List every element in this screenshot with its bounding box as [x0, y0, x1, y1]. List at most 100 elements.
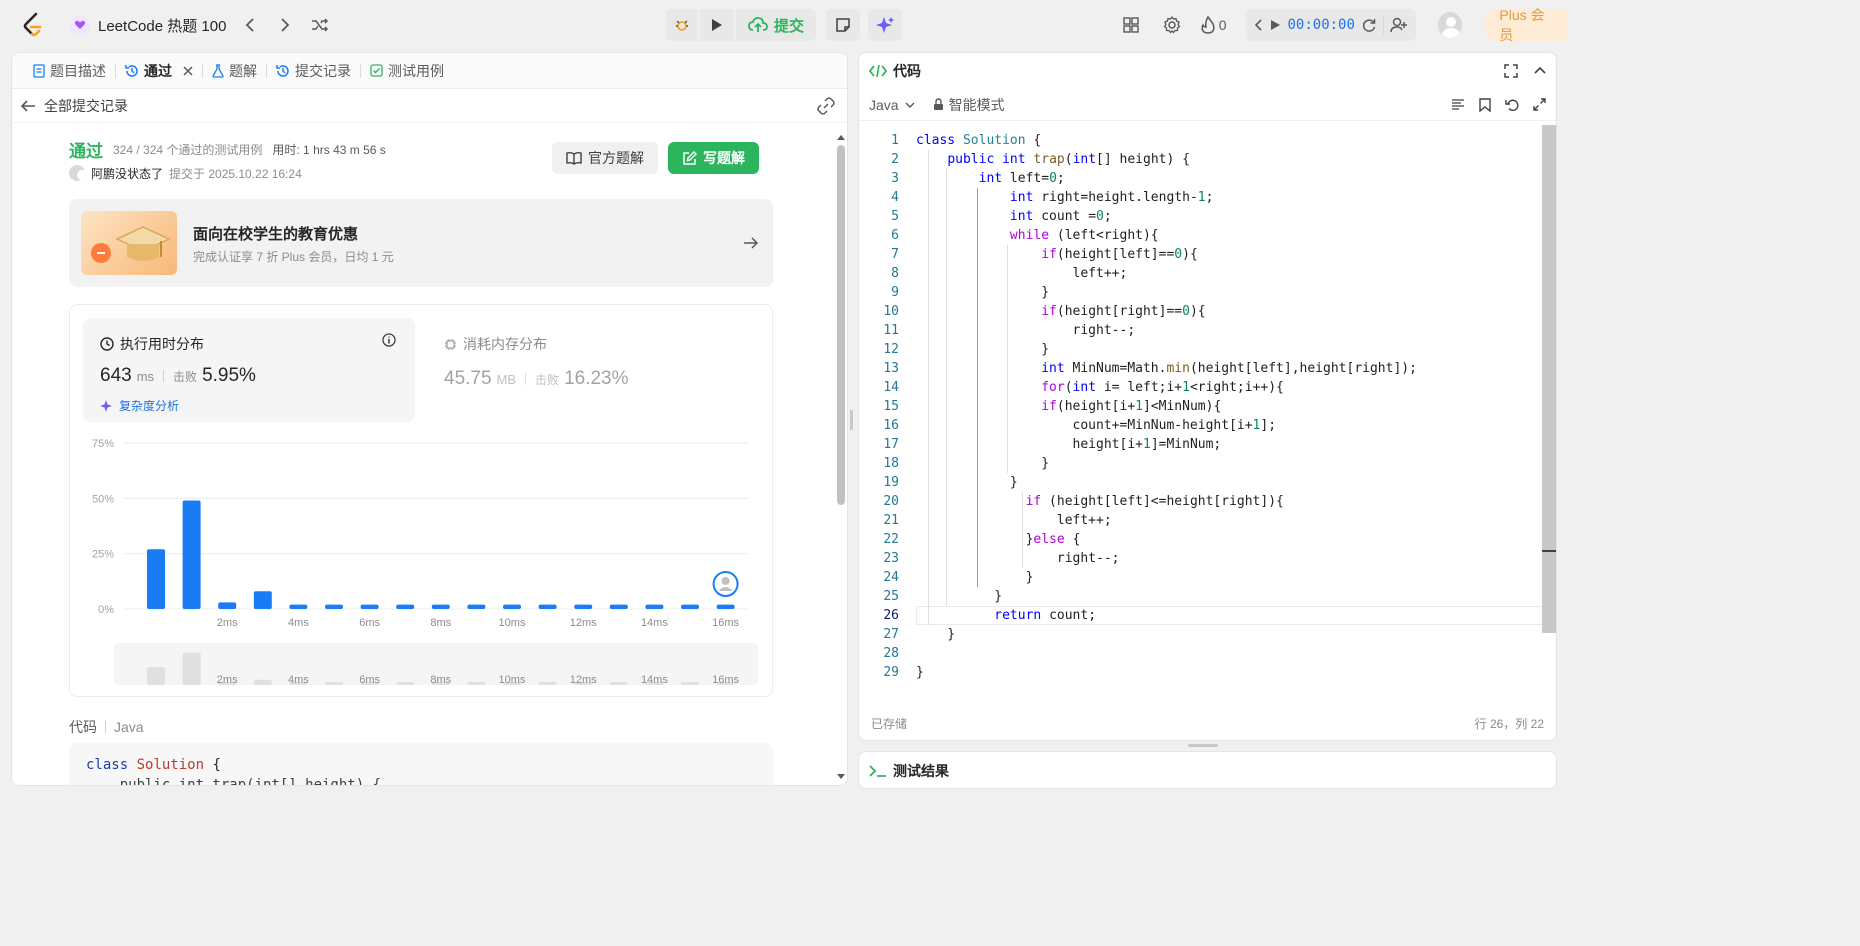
close-tab-icon[interactable]	[183, 65, 193, 76]
runtime-distribution-chart[interactable]: 0% 25% 50% 75% 2ms 4ms 6ms 8ms 10ms 12ms 14ms 16ms 2…	[80, 433, 770, 695]
add-friend-icon[interactable]	[1390, 17, 1408, 33]
shuffle-icon[interactable]	[306, 11, 334, 39]
prev-problem-icon[interactable]	[236, 11, 264, 39]
line-number: 1	[891, 133, 899, 148]
code-line[interactable]: left++;	[916, 264, 1128, 283]
editor-options: Java 智能模式	[869, 95, 1005, 115]
user-avatar[interactable]	[1437, 12, 1463, 38]
author-name[interactable]: 阿鹏没状态了	[91, 165, 163, 182]
problem-list-label: LeetCode 热题 100	[98, 17, 227, 35]
next-problem-icon[interactable]	[271, 11, 299, 39]
write-solution-button[interactable]: 写题解	[668, 142, 759, 174]
tab-accepted[interactable]: 通过	[116, 53, 202, 89]
code-line[interactable]: right--;	[916, 321, 1136, 340]
info-icon[interactable]	[382, 333, 396, 347]
submit-button[interactable]: 提交	[736, 9, 817, 41]
editor-header: 代码	[859, 53, 1556, 89]
line-number: 3	[891, 171, 899, 186]
student-promo-banner[interactable]: 面向在校学生的教育优惠 完成认证享 7 折 Plus 会员，日均 1 元	[69, 199, 773, 287]
code-line[interactable]: if(height[i+1]<MinNum){	[916, 397, 1221, 416]
complexity-analysis-link[interactable]: 复杂度分析	[100, 397, 179, 414]
code-line[interactable]: }	[916, 625, 955, 644]
problem-list-title[interactable]: LeetCode 热题 100	[70, 13, 226, 37]
leetcode-logo-icon[interactable]	[22, 12, 44, 38]
code-line[interactable]: public int trap(int[] height) {	[916, 150, 1190, 169]
bookmark-icon[interactable]	[1479, 97, 1491, 112]
test-result-panel[interactable]: 测试结果	[858, 751, 1557, 789]
tab-testcases[interactable]: 测试用例	[361, 53, 453, 89]
code-line[interactable]: }else {	[916, 530, 1081, 549]
code-line[interactable]: right--;	[916, 549, 1120, 568]
timer-prev-icon[interactable]	[1254, 19, 1264, 31]
link-icon[interactable]	[817, 96, 835, 115]
code-line[interactable]: height[i+1]=MinNum;	[916, 435, 1222, 454]
run-button[interactable]	[700, 9, 734, 41]
code-line[interactable]: }	[916, 454, 1049, 473]
code-line[interactable]: if (height[left]<=height[right]){	[916, 492, 1284, 511]
code-line[interactable]: count+=MinNum-height[i+1];	[916, 416, 1277, 435]
tab-solutions[interactable]: 题解	[203, 53, 266, 89]
expand-icon[interactable]	[1533, 98, 1546, 111]
smart-mode-toggle[interactable]: 智能模式	[933, 95, 1005, 115]
layout-grid-icon[interactable]	[1118, 11, 1144, 39]
submission-subbar: 全部提交记录	[12, 89, 847, 123]
code-editor[interactable]: 1 class Solution {2 public int trap(int[]…	[859, 131, 1545, 696]
code-line[interactable]: int count =0;	[916, 207, 1112, 226]
code-line[interactable]: if(height[left]==0){	[916, 245, 1198, 264]
undo-icon[interactable]	[1505, 98, 1519, 112]
runtime-stat-box[interactable]: 执行用时分布 643 ms 击败 5.95% 复杂度分析	[83, 318, 415, 422]
tab-label: 提交记录	[295, 62, 351, 79]
debug-button[interactable]	[666, 9, 698, 41]
code-line[interactable]: }	[916, 568, 1034, 587]
code-line[interactable]: for(int i= left;i+1<right;i++){	[916, 378, 1284, 397]
code-line[interactable]: class Solution {	[916, 131, 1041, 150]
language-select[interactable]: Java	[869, 97, 915, 113]
code-line[interactable]: }	[916, 663, 924, 682]
official-solution-button[interactable]: 官方题解	[552, 142, 658, 174]
note-button[interactable]	[826, 9, 861, 41]
test-result-title: 测试结果	[893, 763, 949, 779]
code-line[interactable]: }	[916, 473, 1018, 492]
code-line[interactable]: }	[916, 283, 1049, 302]
timer-play-icon[interactable]	[1270, 19, 1281, 31]
streak-counter[interactable]: 0	[1201, 16, 1226, 34]
collapse-up-icon[interactable]	[1534, 64, 1546, 78]
scroll-thumb[interactable]	[837, 145, 845, 505]
tab-submissions[interactable]: 提交记录	[267, 53, 360, 89]
plus-member-button[interactable]: Plus 会员	[1486, 7, 1568, 43]
fullscreen-icon[interactable]	[1504, 64, 1518, 78]
code-line[interactable]: }	[916, 340, 1049, 359]
code-line[interactable]: return count;	[916, 606, 1096, 625]
overview-bar	[538, 682, 557, 685]
code-line[interactable]: if(height[right]==0){	[916, 302, 1205, 321]
overview-bar	[182, 652, 201, 685]
format-icon[interactable]	[1451, 98, 1465, 111]
left-scrollbar[interactable]	[835, 133, 847, 783]
settings-gear-icon[interactable]	[1158, 11, 1184, 39]
line-number: 19	[883, 475, 899, 490]
testcase-count: 324 / 324 个通过的测试用例	[113, 142, 263, 157]
tab-description[interactable]: 题目描述	[24, 53, 115, 89]
overview-bar	[681, 682, 699, 685]
code-line[interactable]: int MinNum=Math.min(height[left],height[…	[916, 359, 1417, 378]
timer-reset-icon[interactable]	[1361, 17, 1377, 33]
x-tick-label: 16ms	[712, 617, 739, 629]
author-avatar[interactable]	[69, 165, 85, 181]
timer-widget: 00:00:00	[1246, 9, 1416, 41]
code-line[interactable]: }	[916, 587, 1002, 606]
panel-resize-handle[interactable]	[1188, 744, 1218, 747]
overview-tick-label: 12ms	[570, 674, 597, 686]
code-line[interactable]: int left=0;	[916, 169, 1065, 188]
code-line[interactable]: while (left<right){	[916, 226, 1159, 245]
back-to-submissions[interactable]: 全部提交记录	[20, 96, 128, 116]
code-line[interactable]: int right=height.length-1;	[916, 188, 1214, 207]
bar	[396, 604, 415, 609]
heart-list-icon	[70, 15, 90, 35]
bar	[147, 549, 165, 609]
code-line[interactable]: left++;	[916, 511, 1112, 530]
memory-stat-box[interactable]: 消耗内存分布 45.75 MB 击败 16.23%	[444, 334, 744, 414]
editor-scrollbar[interactable]	[1542, 125, 1556, 633]
vertical-resize-handle[interactable]	[850, 410, 853, 430]
ai-assistant-button[interactable]	[868, 9, 903, 41]
line-number: 7	[891, 247, 899, 262]
